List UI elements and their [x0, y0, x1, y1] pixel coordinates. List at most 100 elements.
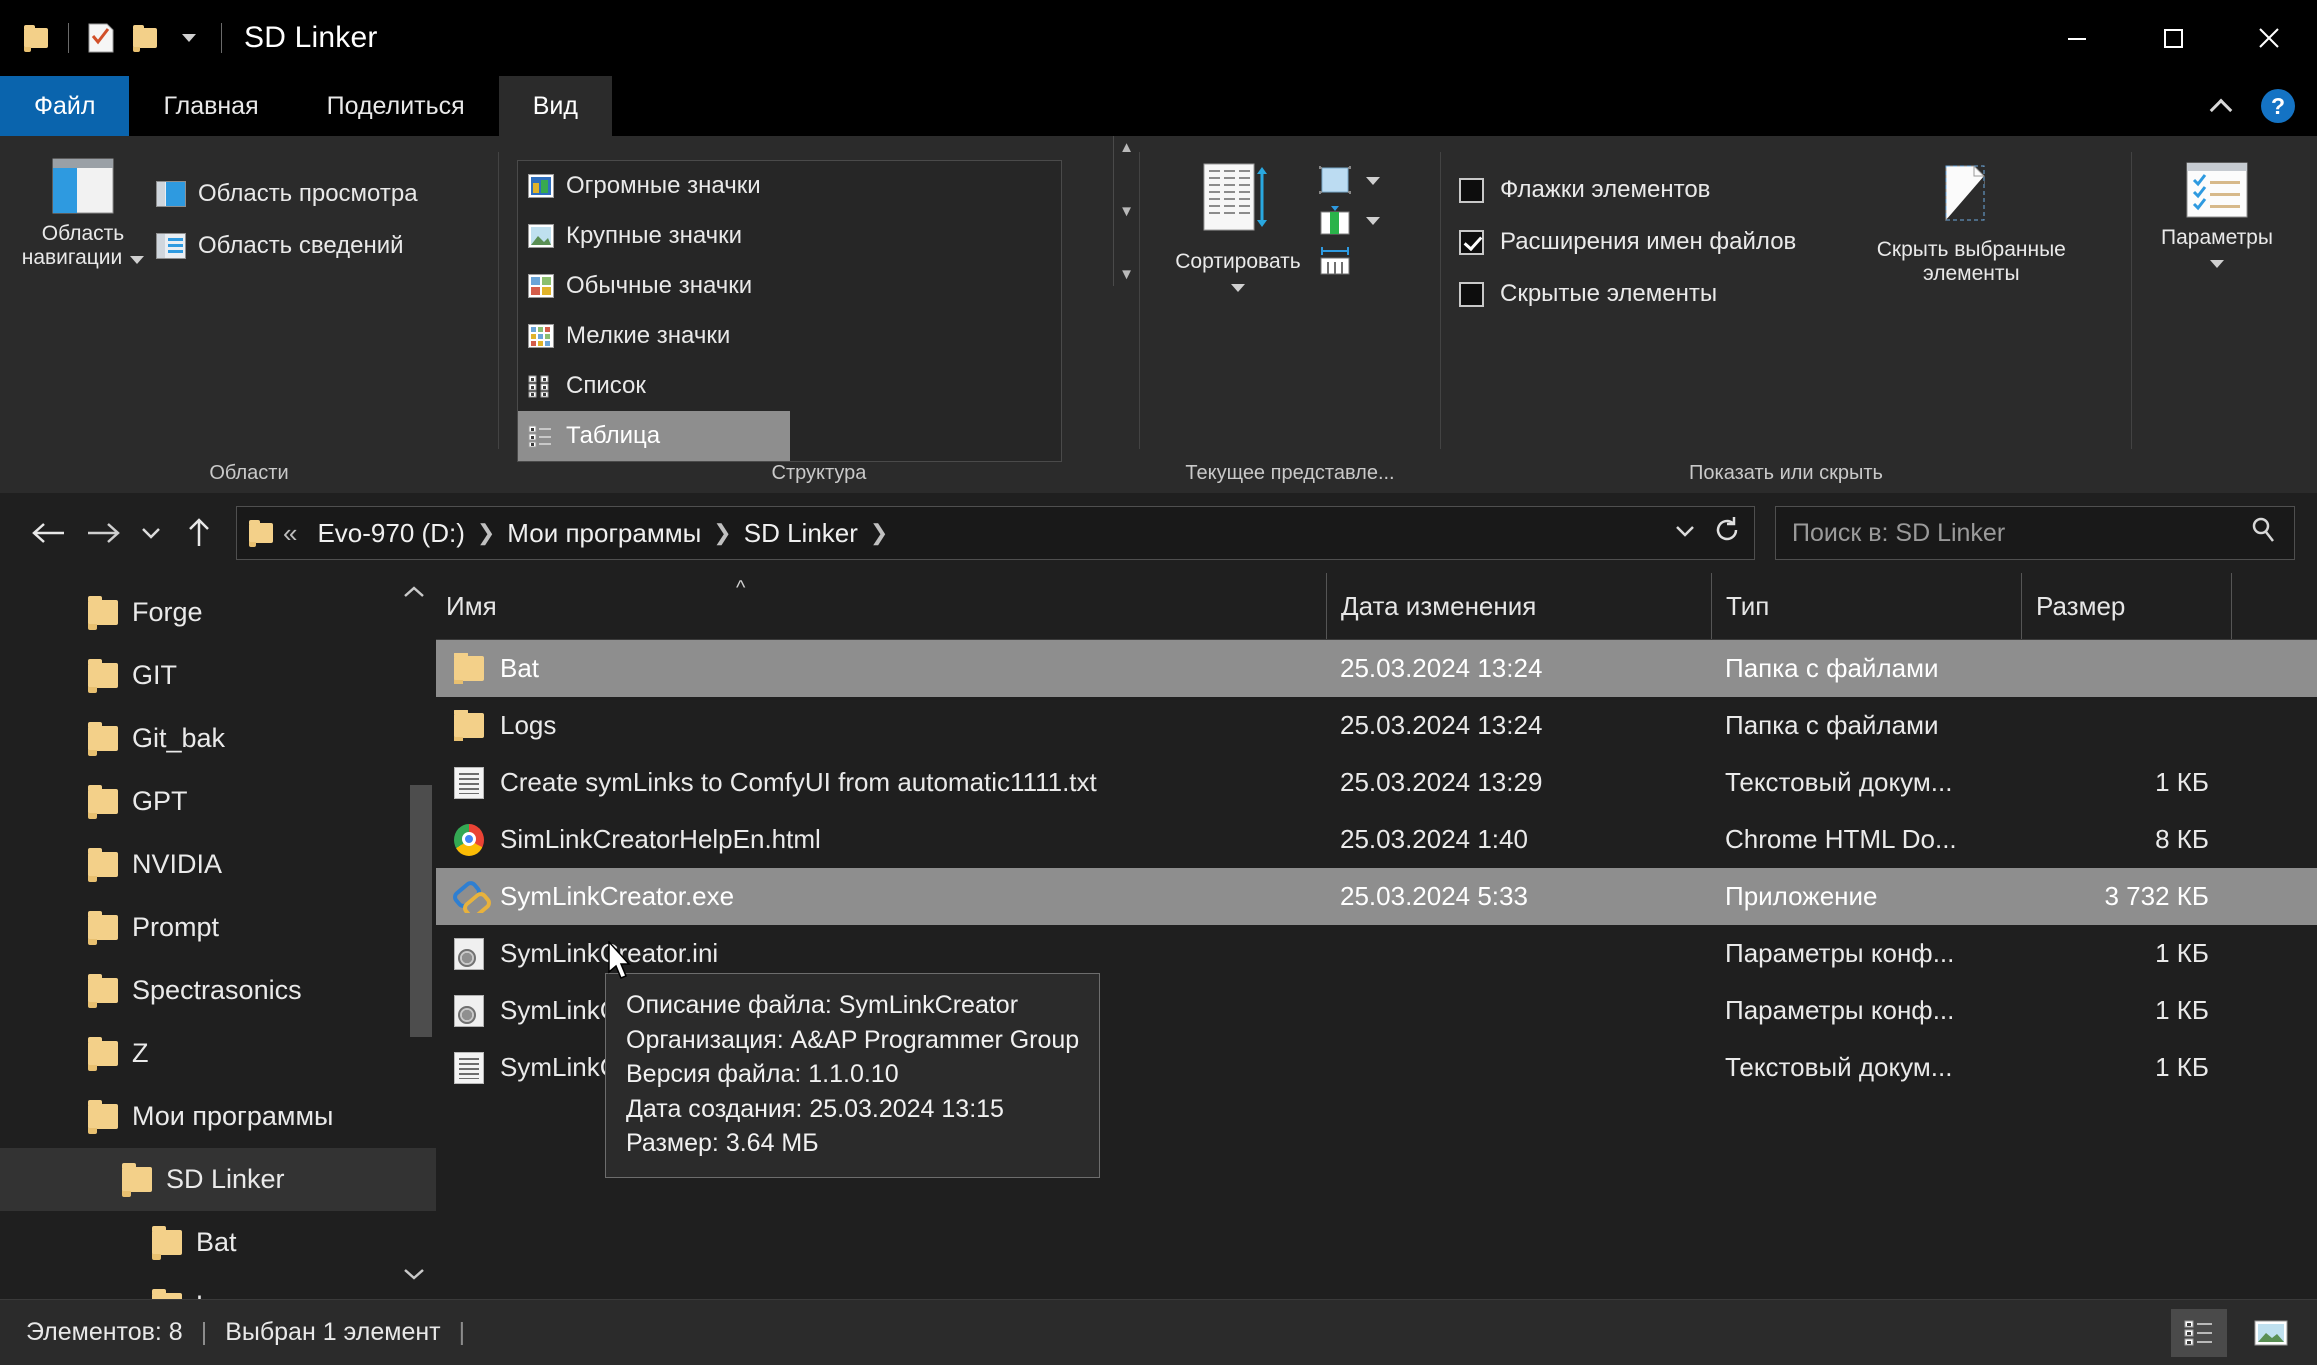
checkbox-item-checkboxes[interactable]: Флажки элементов [1459, 164, 1796, 216]
new-folder-icon[interactable] [123, 16, 167, 60]
layout-medium-icons[interactable]: Обычные значки [518, 261, 790, 311]
gallery-expand-icon[interactable]: ▼ [1119, 267, 1134, 282]
column-headers: Имя ^ Дата изменения Тип Размер [436, 573, 2317, 640]
gallery-scroll-down-icon[interactable]: ▼ [1119, 204, 1134, 219]
tab-file[interactable]: Файл [0, 76, 130, 136]
tree-item-prompt[interactable]: Prompt [0, 896, 436, 959]
size-all-columns-button[interactable] [1318, 244, 1380, 278]
tree-item-git-bak[interactable]: Git_bak [0, 707, 436, 770]
collapse-ribbon-icon[interactable] [2211, 93, 2237, 119]
table-row[interactable]: Bat 25.03.2024 13:24 Папка с файлами [436, 640, 2317, 697]
tree-item-z[interactable]: Z [0, 1022, 436, 1085]
tree-item-spectrasonics[interactable]: Spectrasonics [0, 959, 436, 1022]
address-dropdown-icon[interactable] [1672, 521, 1698, 546]
tree-item-sd-linker[interactable]: SD Linker [0, 1148, 436, 1211]
close-button[interactable] [2221, 0, 2317, 76]
tab-home[interactable]: Главная [129, 76, 292, 136]
size-all-columns-icon [1320, 247, 1350, 275]
search-box[interactable]: Поиск в: SD Linker [1775, 506, 2295, 560]
tree-item-label: GPT [132, 786, 188, 816]
add-columns-button[interactable] [1318, 204, 1380, 238]
search-icon[interactable] [2248, 515, 2278, 552]
breadcrumb-separator-icon[interactable]: ❯ [475, 520, 497, 546]
layout-large-icons[interactable]: Крупные значки [518, 211, 790, 261]
column-header-size[interactable]: Размер [2021, 573, 2231, 639]
details-pane-button[interactable]: Область сведений [148, 220, 426, 272]
details-pane-label: Область сведений [198, 232, 404, 259]
tree-item-my-programs[interactable]: Мои программы [0, 1085, 436, 1148]
maximize-button[interactable] [2125, 0, 2221, 76]
tab-view[interactable]: Вид [498, 76, 612, 136]
thumbnails-view-icon[interactable] [2243, 1309, 2299, 1357]
forward-button[interactable] [76, 506, 130, 560]
layout-gallery-scrollbar[interactable]: ▲ ▼ ▼ [1113, 136, 1139, 286]
tree-item-nvidia[interactable]: NVIDIA [0, 833, 436, 896]
checkbox-file-extensions[interactable]: Расширения имен файлов [1459, 216, 1796, 268]
breadcrumb-item-drive[interactable]: Evo-970 (D:) [307, 518, 474, 549]
row-size-cell: 8 КБ [2155, 824, 2209, 854]
row-size-cell: 1 КБ [2155, 767, 2209, 797]
folder-icon [88, 722, 118, 756]
row-date-cell: 25.03.2024 1:40 [1340, 824, 1528, 854]
column-header-name[interactable]: Имя ^ [436, 573, 1326, 639]
table-row[interactable]: SymLinkCreator.exe 25.03.2024 5:33 Прило… [436, 868, 2317, 925]
tree-item-bat[interactable]: Bat [0, 1211, 436, 1274]
row-type-cell: Папка с файлами [1725, 653, 1939, 683]
layout-list[interactable]: Список [518, 361, 790, 411]
table-row[interactable]: SimLinkCreatorHelpEn.html 25.03.2024 1:4… [436, 811, 2317, 868]
quick-access-toolbar: SD Linker [0, 16, 378, 60]
table-row[interactable]: Logs 25.03.2024 13:24 Папка с файлами [436, 697, 2317, 754]
tab-share[interactable]: Поделиться [293, 76, 499, 136]
group-by-button[interactable] [1318, 164, 1380, 198]
breadcrumb-item-folder[interactable]: Мои программы [497, 518, 711, 549]
details-pane-icon [156, 233, 186, 259]
layout-small-icons[interactable]: Мелкие значки [518, 311, 790, 361]
hide-selected-icon [1945, 165, 1985, 222]
tooltip-line-description: Описание файла: SymLinkCreator [626, 991, 1019, 1019]
hide-selected-items-button[interactable]: Скрыть выбранные элементы [1846, 158, 2096, 286]
tree-scroll-up-icon[interactable] [400, 583, 428, 607]
options-button[interactable]: Параметры [2150, 156, 2284, 274]
customize-qat-caret-icon[interactable] [167, 16, 211, 60]
layout-gallery[interactable]: Огромные значки Крупные значки Обычные з… [517, 136, 1134, 462]
breadcrumb-overflow[interactable]: « [273, 518, 307, 549]
column-header-type[interactable]: Тип [1711, 573, 2021, 639]
folder-icon[interactable] [14, 16, 58, 60]
details-view-icon[interactable] [2171, 1308, 2227, 1357]
properties-checklist-icon[interactable] [79, 16, 123, 60]
tree-scroll-down-icon[interactable] [400, 1265, 428, 1289]
layout-extra-large-icons[interactable]: Огромные значки [518, 161, 790, 211]
sort-by-button[interactable]: Сортировать [1158, 156, 1318, 298]
file-info-tooltip: Описание файла: SymLinkCreator Организац… [605, 973, 1101, 1178]
tree-item-gpt[interactable]: GPT [0, 770, 436, 833]
minimize-button[interactable] [2029, 0, 2125, 76]
file-extensions-checkbox[interactable] [1459, 229, 1484, 255]
breadcrumb-separator-icon[interactable]: ❯ [868, 520, 890, 546]
help-icon[interactable]: ? [2261, 89, 2295, 123]
table-row[interactable]: Create symLinks to ComfyUI from automati… [436, 754, 2317, 811]
preview-pane-button[interactable]: Область просмотра [148, 168, 426, 220]
tree-item-git[interactable]: GIT [0, 644, 436, 707]
breadcrumb-bar[interactable]: « Evo-970 (D:) ❯ Мои программы ❯ SD Link… [236, 506, 1755, 560]
item-checkboxes-checkbox[interactable] [1459, 177, 1484, 203]
layout-details[interactable]: Таблица [518, 411, 790, 461]
navigation-pane-button[interactable]: Область навигации [18, 152, 148, 270]
layout-label: Огромные значки [566, 172, 761, 199]
checkbox-hidden-items[interactable]: Скрытые элементы [1459, 268, 1796, 320]
recent-locations-button[interactable] [130, 506, 172, 560]
up-button[interactable] [172, 506, 226, 560]
tree-item-logs[interactable]: Logs [0, 1274, 436, 1299]
hidden-items-checkbox[interactable] [1459, 281, 1484, 307]
tree-item-forge[interactable]: Forge [0, 581, 436, 644]
folder-icon [88, 659, 118, 693]
breadcrumb-separator-icon[interactable]: ❯ [711, 520, 733, 546]
gallery-scroll-up-icon[interactable]: ▲ [1119, 140, 1134, 155]
refresh-icon[interactable] [1712, 515, 1742, 552]
back-button[interactable] [22, 506, 76, 560]
breadcrumb-item-current[interactable]: SD Linker [734, 518, 868, 549]
tree-scrollbar-thumb[interactable] [410, 785, 432, 1037]
breadcrumb-folder-icon [249, 520, 273, 547]
column-header-date[interactable]: Дата изменения [1326, 573, 1711, 639]
ribbon-group-options: Параметры [2132, 136, 2302, 493]
search-input[interactable]: Поиск в: SD Linker [1792, 519, 2005, 548]
